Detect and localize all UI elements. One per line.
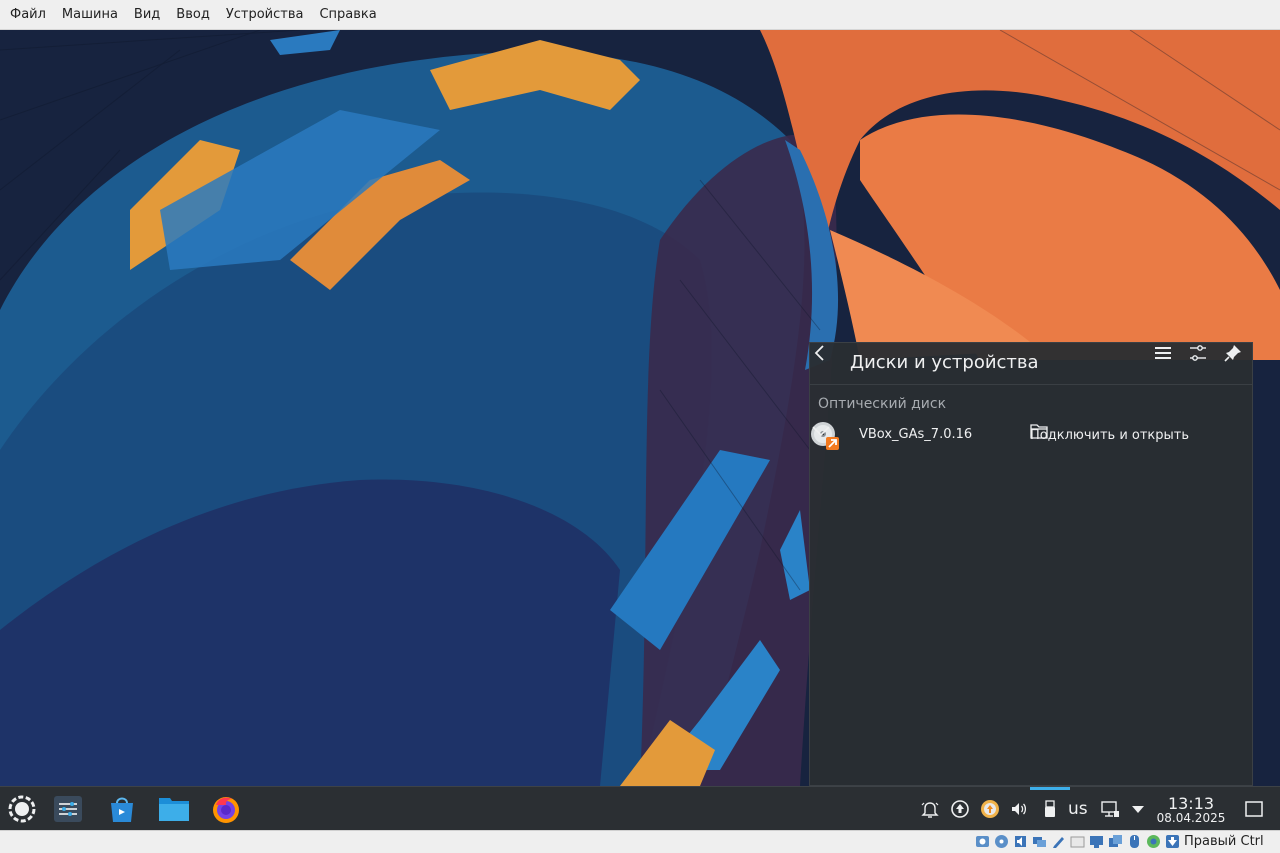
vbox-statusbar: Правый Ctrl xyxy=(0,830,1280,853)
menu-machine[interactable]: Машина xyxy=(54,0,126,30)
menu-file[interactable]: Файл xyxy=(2,0,54,30)
network-icon[interactable] xyxy=(1100,799,1120,819)
clock-date[interactable]: 08.04.2025 xyxy=(1153,811,1229,825)
taskbar-panel: us 13:13 08.04.2025 xyxy=(0,786,1280,830)
expand-tray-arrow-icon[interactable] xyxy=(1128,799,1148,819)
file-manager-icon[interactable] xyxy=(158,793,190,825)
updates-icon[interactable] xyxy=(950,799,970,819)
application-launcher-icon[interactable] xyxy=(6,793,38,825)
usb-pencil-icon[interactable] xyxy=(1051,834,1066,849)
menu-view[interactable]: Вид xyxy=(126,0,168,30)
cpu-icon[interactable] xyxy=(1146,834,1161,849)
keyboard-layout-indicator[interactable]: us xyxy=(1068,799,1088,819)
guest-additions-tray-icon[interactable] xyxy=(980,799,1000,819)
chevron-down-icon[interactable] xyxy=(810,421,832,441)
mount-and-open-button[interactable]: Подключить и открыть xyxy=(1030,423,1189,447)
display-icon[interactable] xyxy=(1089,834,1104,849)
system-settings-icon[interactable] xyxy=(52,793,84,825)
notifications-bell-icon[interactable] xyxy=(920,799,940,819)
optical-disk-icon[interactable] xyxy=(994,834,1009,849)
audio-icon[interactable] xyxy=(1013,834,1028,849)
mouse-integration-icon[interactable] xyxy=(1127,834,1142,849)
volume-icon[interactable] xyxy=(1009,799,1029,819)
menu-devices[interactable]: Устройства xyxy=(218,0,312,30)
menu-input[interactable]: Ввод xyxy=(168,0,218,30)
disks-devices-icon[interactable] xyxy=(1040,799,1060,819)
firefox-icon[interactable] xyxy=(210,793,242,825)
network-adapter-icon[interactable] xyxy=(1032,834,1047,849)
active-tray-indicator xyxy=(1030,787,1070,790)
shared-folders-icon[interactable] xyxy=(1070,834,1085,849)
popup-title: Диски и устройства xyxy=(850,352,1039,373)
popup-header: Диски и устройства xyxy=(810,343,1252,385)
arrow-down-icon[interactable] xyxy=(1165,834,1180,849)
vbox-menubar: Файл Машина Вид Ввод Устройства Справка xyxy=(0,0,1280,30)
desktop[interactable]: Диски и устройства Оптический диск VBox_… xyxy=(0,30,1280,786)
back-arrow-icon[interactable] xyxy=(810,343,830,363)
video-capture-icon[interactable] xyxy=(1108,834,1123,849)
menu-help[interactable]: Справка xyxy=(311,0,384,30)
host-key-label: Правый Ctrl xyxy=(1184,834,1264,849)
show-desktop-icon[interactable] xyxy=(1244,799,1264,819)
discover-store-icon[interactable] xyxy=(106,793,138,825)
folder-icon xyxy=(1030,424,1048,439)
section-label-optical: Оптический диск xyxy=(818,396,947,412)
device-name: VBox_GAs_7.0.16 xyxy=(859,427,973,442)
device-row[interactable]: VBox_GAs_7.0.16 Подключить и открыть xyxy=(810,421,1252,451)
mount-and-open-label: Подключить и открыть xyxy=(1030,427,1190,443)
pin-icon[interactable] xyxy=(1223,343,1243,363)
configure-icon[interactable] xyxy=(1188,343,1208,363)
hamburger-menu-icon[interactable] xyxy=(1153,343,1173,363)
hard-disk-icon[interactable] xyxy=(975,834,990,849)
disks-devices-popup: Диски и устройства Оптический диск VBox_… xyxy=(809,342,1253,786)
